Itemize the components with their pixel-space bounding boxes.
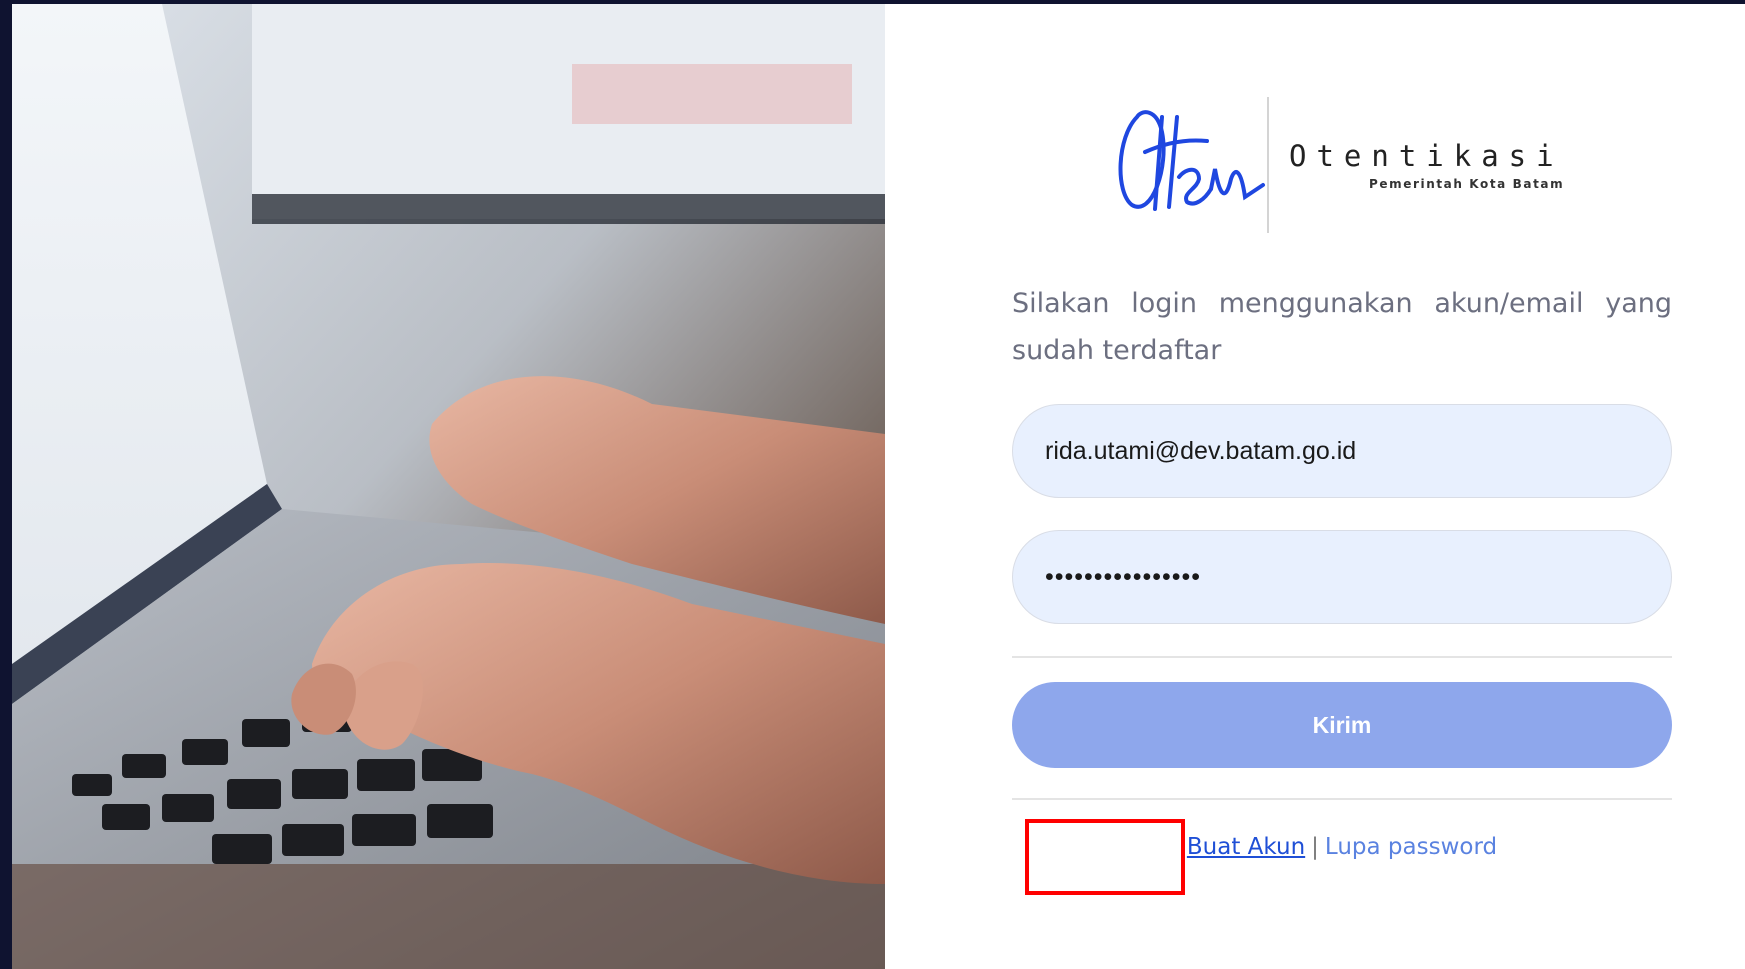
login-panel: Otentikasi Pemerintah Kota Batam Silakan… [885,4,1745,969]
oten-script-logo-icon [1118,110,1265,211]
submit-button[interactable]: Kirim [1012,682,1672,768]
logo-title: Otentikasi [1289,139,1564,173]
window-frame: Otentikasi Pemerintah Kota Batam Silakan… [0,0,1745,969]
logo-subtitle: Pemerintah Kota Batam [1369,177,1565,191]
form-divider-top [1012,656,1672,658]
password-input[interactable] [1012,530,1672,624]
login-instruction: Silakan login menggunakan akun/email yan… [1012,288,1672,366]
email-input[interactable] [1012,404,1672,498]
form-divider-bottom [1012,798,1672,800]
oten-logo: Otentikasi Pemerintah Kota Batam [1107,97,1563,237]
hero-photo-laptop-typing [12,4,885,969]
logo-divider [1267,97,1269,233]
link-separator: | [1311,834,1319,860]
forgot-password-link[interactable]: Lupa password [1321,834,1501,860]
account-links: Buat Akun | Lupa password [1012,834,1672,860]
login-page: Otentikasi Pemerintah Kota Batam Silakan… [12,4,1745,969]
create-account-link[interactable]: Buat Akun [1183,834,1309,860]
